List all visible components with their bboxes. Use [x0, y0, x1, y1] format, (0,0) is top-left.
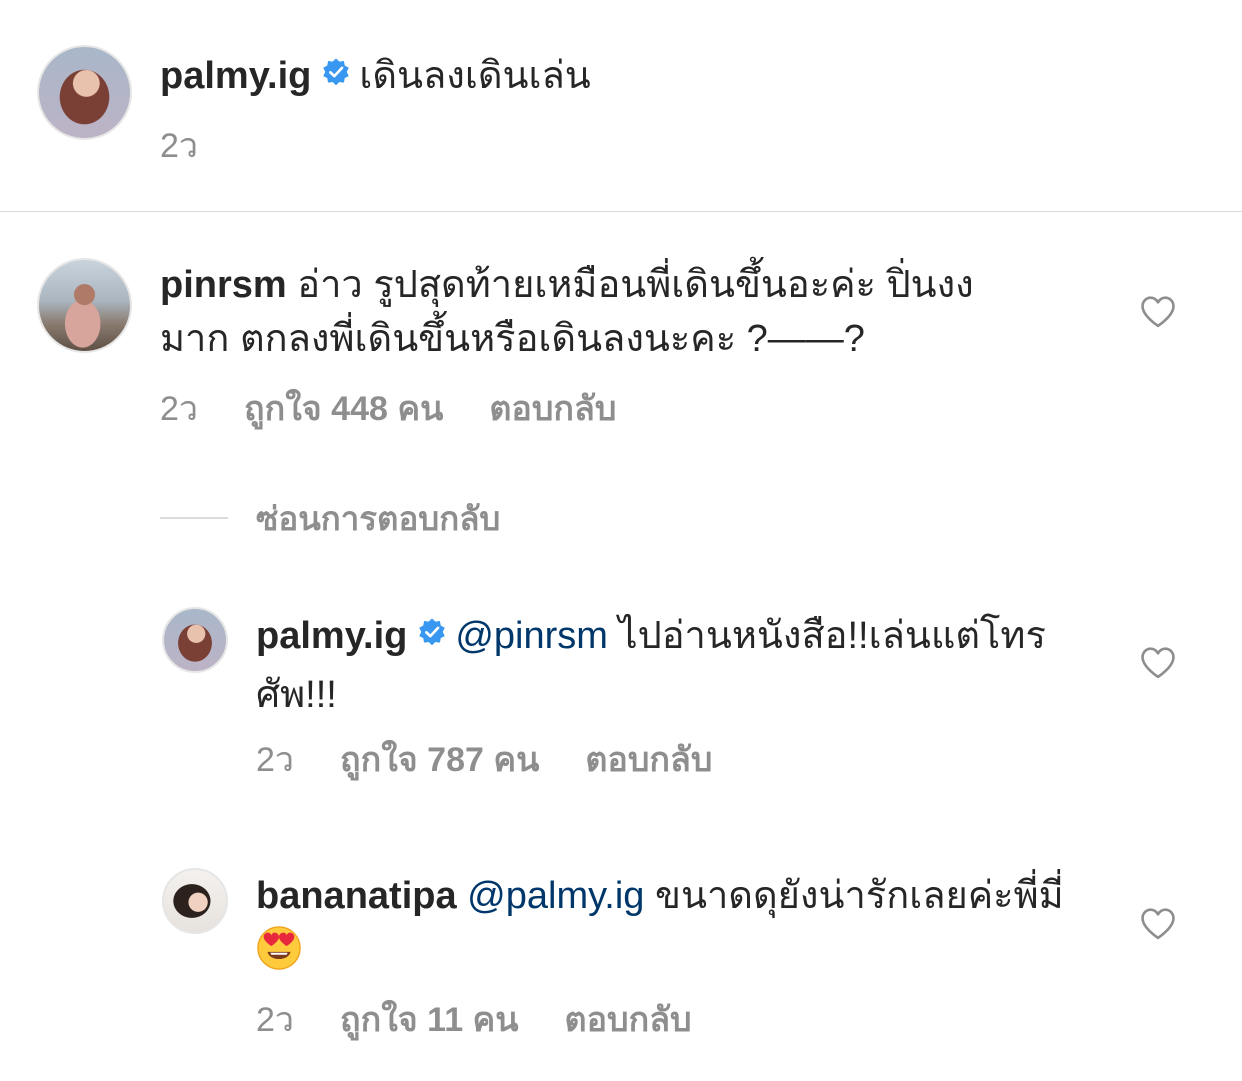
verified-badge-icon [321, 48, 351, 102]
reply-username[interactable]: palmy.ig [256, 615, 407, 657]
reply-avatar-palmy[interactable] [162, 607, 228, 673]
hide-replies-button[interactable]: ซ่อนการตอบกลับ [160, 498, 500, 538]
reply-likes-link[interactable]: ถูกใจ 787 คน [340, 741, 539, 779]
caption-divider [0, 211, 1242, 212]
reply-time: 2ว [256, 1001, 295, 1039]
caption-avatar[interactable] [37, 45, 132, 140]
comment-like-heart-icon[interactable] [1139, 295, 1177, 329]
caption-body: เดินลงเดินเล่น [359, 55, 591, 98]
comment-reply-button[interactable]: ตอบกลับ [489, 390, 616, 428]
verified-badge-icon [417, 608, 447, 662]
reply-mention-link[interactable]: @pinrsm [455, 615, 608, 657]
reply-mention-link[interactable]: @palmy.ig [467, 875, 644, 917]
reply-meta: 2ว ถูกใจ 787 คน ตอบกลับ [256, 740, 758, 780]
caption-meta: 2ว [160, 126, 244, 166]
caption-time: 2ว [160, 127, 199, 165]
hide-replies-label: ซ่อนการตอบกลับ [256, 499, 501, 537]
reply-username[interactable]: bananatipa [256, 875, 457, 917]
comment-text: pinrsm อ่าว รูปสุดท้ายเหมือนพี่เดินขึ้นอ… [160, 258, 1040, 366]
comment-username[interactable]: pinrsm [160, 264, 287, 306]
reply-like-heart-icon[interactable] [1139, 907, 1177, 941]
reply-text: palmy.ig @pinrsm ไปอ่านหนังสือ!!เล่นแต่โท… [256, 608, 1056, 722]
reply-time: 2ว [256, 741, 295, 779]
reply-text: bananatipa @palmy.ig ขนาดดุยังน่ารักเลยค… [256, 869, 1096, 979]
comment-meta: 2ว ถูกใจ 448 คน ตอบกลับ [160, 389, 662, 429]
reply-meta: 2ว ถูกใจ 11 คน ตอบกลับ [256, 1000, 738, 1040]
comment-time: 2ว [160, 390, 199, 428]
comment-likes-link[interactable]: ถูกใจ 448 คน [244, 390, 443, 428]
heart-eyes-emoji-icon [257, 926, 301, 970]
reply-avatar-bananatipa[interactable] [162, 868, 228, 934]
caption-text: palmy.ig เดินลงเดินเล่น [160, 48, 1160, 108]
reply-likes-link[interactable]: ถูกใจ 11 คน [340, 1001, 519, 1039]
reply-body: ขนาดดุยังน่ารักเลยค่ะพี่มี่ [655, 875, 1064, 917]
comment-avatar-pinrsm[interactable] [37, 258, 132, 353]
reply-reply-button[interactable]: ตอบกลับ [565, 1001, 692, 1039]
hide-replies-line [160, 517, 228, 519]
reply-like-heart-icon[interactable] [1139, 646, 1177, 680]
reply-reply-button[interactable]: ตอบกลับ [585, 741, 712, 779]
caption-username[interactable]: palmy.ig [160, 55, 311, 97]
